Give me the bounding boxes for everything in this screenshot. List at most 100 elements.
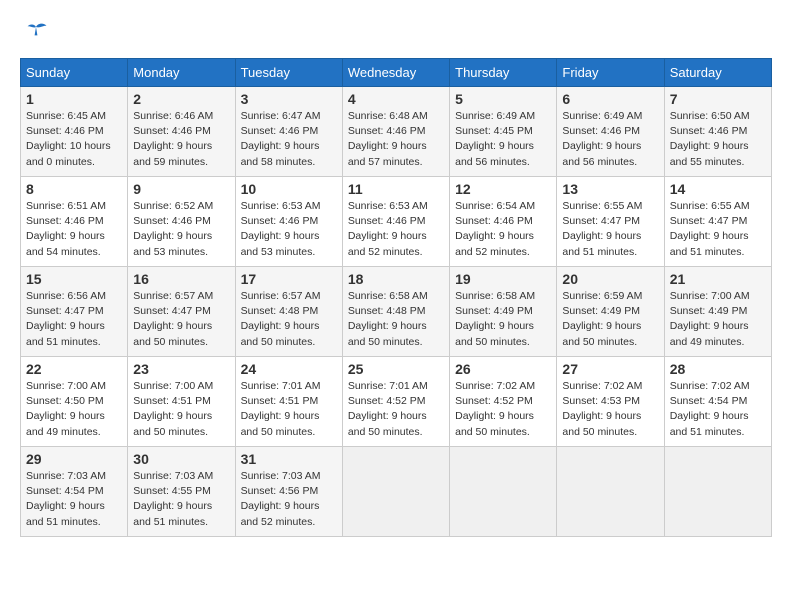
day-info: Sunrise: 6:55 AMSunset: 4:47 PMDaylight:… xyxy=(562,199,658,260)
calendar-week-row: 22 Sunrise: 7:00 AMSunset: 4:50 PMDaylig… xyxy=(21,357,772,447)
day-number: 9 xyxy=(133,181,229,197)
day-info: Sunrise: 6:50 AMSunset: 4:46 PMDaylight:… xyxy=(670,109,766,170)
day-number: 21 xyxy=(670,271,766,287)
day-info: Sunrise: 7:03 AMSunset: 4:55 PMDaylight:… xyxy=(133,469,229,530)
day-number: 1 xyxy=(26,91,122,107)
calendar-day-cell: 21 Sunrise: 7:00 AMSunset: 4:49 PMDaylig… xyxy=(664,267,771,357)
day-number: 7 xyxy=(670,91,766,107)
day-number: 2 xyxy=(133,91,229,107)
day-number: 17 xyxy=(241,271,337,287)
day-info: Sunrise: 6:51 AMSunset: 4:46 PMDaylight:… xyxy=(26,199,122,260)
day-info: Sunrise: 6:57 AMSunset: 4:47 PMDaylight:… xyxy=(133,289,229,350)
calendar-week-row: 29 Sunrise: 7:03 AMSunset: 4:54 PMDaylig… xyxy=(21,447,772,537)
calendar-day-cell: 25 Sunrise: 7:01 AMSunset: 4:52 PMDaylig… xyxy=(342,357,449,447)
calendar-day-cell: 31 Sunrise: 7:03 AMSunset: 4:56 PMDaylig… xyxy=(235,447,342,537)
day-info: Sunrise: 6:55 AMSunset: 4:47 PMDaylight:… xyxy=(670,199,766,260)
calendar-day-cell xyxy=(450,447,557,537)
day-number: 5 xyxy=(455,91,551,107)
day-info: Sunrise: 6:58 AMSunset: 4:49 PMDaylight:… xyxy=(455,289,551,350)
calendar-day-cell xyxy=(664,447,771,537)
weekday-header-row: SundayMondayTuesdayWednesdayThursdayFrid… xyxy=(21,59,772,87)
weekday-header-cell: Tuesday xyxy=(235,59,342,87)
calendar-day-cell xyxy=(342,447,449,537)
day-info: Sunrise: 6:49 AMSunset: 4:45 PMDaylight:… xyxy=(455,109,551,170)
weekday-header-cell: Friday xyxy=(557,59,664,87)
day-info: Sunrise: 6:45 AMSunset: 4:46 PMDaylight:… xyxy=(26,109,122,170)
calendar-day-cell: 18 Sunrise: 6:58 AMSunset: 4:48 PMDaylig… xyxy=(342,267,449,357)
calendar-day-cell: 12 Sunrise: 6:54 AMSunset: 4:46 PMDaylig… xyxy=(450,177,557,267)
calendar-day-cell: 1 Sunrise: 6:45 AMSunset: 4:46 PMDayligh… xyxy=(21,87,128,177)
calendar-day-cell: 17 Sunrise: 6:57 AMSunset: 4:48 PMDaylig… xyxy=(235,267,342,357)
day-number: 30 xyxy=(133,451,229,467)
day-info: Sunrise: 7:01 AMSunset: 4:52 PMDaylight:… xyxy=(348,379,444,440)
day-info: Sunrise: 6:58 AMSunset: 4:48 PMDaylight:… xyxy=(348,289,444,350)
calendar-day-cell: 19 Sunrise: 6:58 AMSunset: 4:49 PMDaylig… xyxy=(450,267,557,357)
day-number: 26 xyxy=(455,361,551,377)
calendar-day-cell: 24 Sunrise: 7:01 AMSunset: 4:51 PMDaylig… xyxy=(235,357,342,447)
calendar-day-cell: 16 Sunrise: 6:57 AMSunset: 4:47 PMDaylig… xyxy=(128,267,235,357)
calendar-table: SundayMondayTuesdayWednesdayThursdayFrid… xyxy=(20,58,772,537)
calendar-day-cell: 10 Sunrise: 6:53 AMSunset: 4:46 PMDaylig… xyxy=(235,177,342,267)
calendar-day-cell: 2 Sunrise: 6:46 AMSunset: 4:46 PMDayligh… xyxy=(128,87,235,177)
day-info: Sunrise: 6:56 AMSunset: 4:47 PMDaylight:… xyxy=(26,289,122,350)
day-number: 11 xyxy=(348,181,444,197)
day-info: Sunrise: 7:02 AMSunset: 4:54 PMDaylight:… xyxy=(670,379,766,440)
day-number: 15 xyxy=(26,271,122,287)
calendar-day-cell: 6 Sunrise: 6:49 AMSunset: 4:46 PMDayligh… xyxy=(557,87,664,177)
weekday-header-cell: Sunday xyxy=(21,59,128,87)
day-info: Sunrise: 6:53 AMSunset: 4:46 PMDaylight:… xyxy=(348,199,444,260)
day-number: 28 xyxy=(670,361,766,377)
calendar-day-cell: 14 Sunrise: 6:55 AMSunset: 4:47 PMDaylig… xyxy=(664,177,771,267)
day-info: Sunrise: 7:02 AMSunset: 4:52 PMDaylight:… xyxy=(455,379,551,440)
day-info: Sunrise: 6:59 AMSunset: 4:49 PMDaylight:… xyxy=(562,289,658,350)
day-number: 3 xyxy=(241,91,337,107)
day-number: 31 xyxy=(241,451,337,467)
day-number: 13 xyxy=(562,181,658,197)
calendar-day-cell: 3 Sunrise: 6:47 AMSunset: 4:46 PMDayligh… xyxy=(235,87,342,177)
calendar-day-cell: 5 Sunrise: 6:49 AMSunset: 4:45 PMDayligh… xyxy=(450,87,557,177)
day-info: Sunrise: 7:03 AMSunset: 4:54 PMDaylight:… xyxy=(26,469,122,530)
day-info: Sunrise: 6:53 AMSunset: 4:46 PMDaylight:… xyxy=(241,199,337,260)
day-number: 25 xyxy=(348,361,444,377)
weekday-header-cell: Thursday xyxy=(450,59,557,87)
day-info: Sunrise: 6:49 AMSunset: 4:46 PMDaylight:… xyxy=(562,109,658,170)
day-info: Sunrise: 7:03 AMSunset: 4:56 PMDaylight:… xyxy=(241,469,337,530)
day-number: 4 xyxy=(348,91,444,107)
day-number: 20 xyxy=(562,271,658,287)
calendar-week-row: 15 Sunrise: 6:56 AMSunset: 4:47 PMDaylig… xyxy=(21,267,772,357)
day-number: 18 xyxy=(348,271,444,287)
day-number: 19 xyxy=(455,271,551,287)
calendar-day-cell: 11 Sunrise: 6:53 AMSunset: 4:46 PMDaylig… xyxy=(342,177,449,267)
calendar-body: 1 Sunrise: 6:45 AMSunset: 4:46 PMDayligh… xyxy=(21,87,772,537)
calendar-day-cell: 20 Sunrise: 6:59 AMSunset: 4:49 PMDaylig… xyxy=(557,267,664,357)
day-number: 6 xyxy=(562,91,658,107)
weekday-header-cell: Saturday xyxy=(664,59,771,87)
calendar-day-cell: 15 Sunrise: 6:56 AMSunset: 4:47 PMDaylig… xyxy=(21,267,128,357)
day-info: Sunrise: 6:54 AMSunset: 4:46 PMDaylight:… xyxy=(455,199,551,260)
calendar-day-cell xyxy=(557,447,664,537)
calendar-day-cell: 30 Sunrise: 7:03 AMSunset: 4:55 PMDaylig… xyxy=(128,447,235,537)
day-number: 12 xyxy=(455,181,551,197)
day-number: 24 xyxy=(241,361,337,377)
day-number: 22 xyxy=(26,361,122,377)
day-number: 27 xyxy=(562,361,658,377)
calendar-day-cell: 27 Sunrise: 7:02 AMSunset: 4:53 PMDaylig… xyxy=(557,357,664,447)
calendar-day-cell: 8 Sunrise: 6:51 AMSunset: 4:46 PMDayligh… xyxy=(21,177,128,267)
calendar-day-cell: 28 Sunrise: 7:02 AMSunset: 4:54 PMDaylig… xyxy=(664,357,771,447)
day-number: 23 xyxy=(133,361,229,377)
weekday-header-cell: Monday xyxy=(128,59,235,87)
weekday-header-cell: Wednesday xyxy=(342,59,449,87)
logo-bird-icon xyxy=(22,20,50,48)
logo xyxy=(20,20,50,48)
calendar-day-cell: 9 Sunrise: 6:52 AMSunset: 4:46 PMDayligh… xyxy=(128,177,235,267)
day-info: Sunrise: 7:00 AMSunset: 4:51 PMDaylight:… xyxy=(133,379,229,440)
calendar-day-cell: 22 Sunrise: 7:00 AMSunset: 4:50 PMDaylig… xyxy=(21,357,128,447)
calendar-day-cell: 29 Sunrise: 7:03 AMSunset: 4:54 PMDaylig… xyxy=(21,447,128,537)
calendar-day-cell: 7 Sunrise: 6:50 AMSunset: 4:46 PMDayligh… xyxy=(664,87,771,177)
calendar-day-cell: 4 Sunrise: 6:48 AMSunset: 4:46 PMDayligh… xyxy=(342,87,449,177)
day-info: Sunrise: 7:00 AMSunset: 4:50 PMDaylight:… xyxy=(26,379,122,440)
calendar-week-row: 1 Sunrise: 6:45 AMSunset: 4:46 PMDayligh… xyxy=(21,87,772,177)
day-info: Sunrise: 7:00 AMSunset: 4:49 PMDaylight:… xyxy=(670,289,766,350)
day-number: 29 xyxy=(26,451,122,467)
day-info: Sunrise: 6:57 AMSunset: 4:48 PMDaylight:… xyxy=(241,289,337,350)
